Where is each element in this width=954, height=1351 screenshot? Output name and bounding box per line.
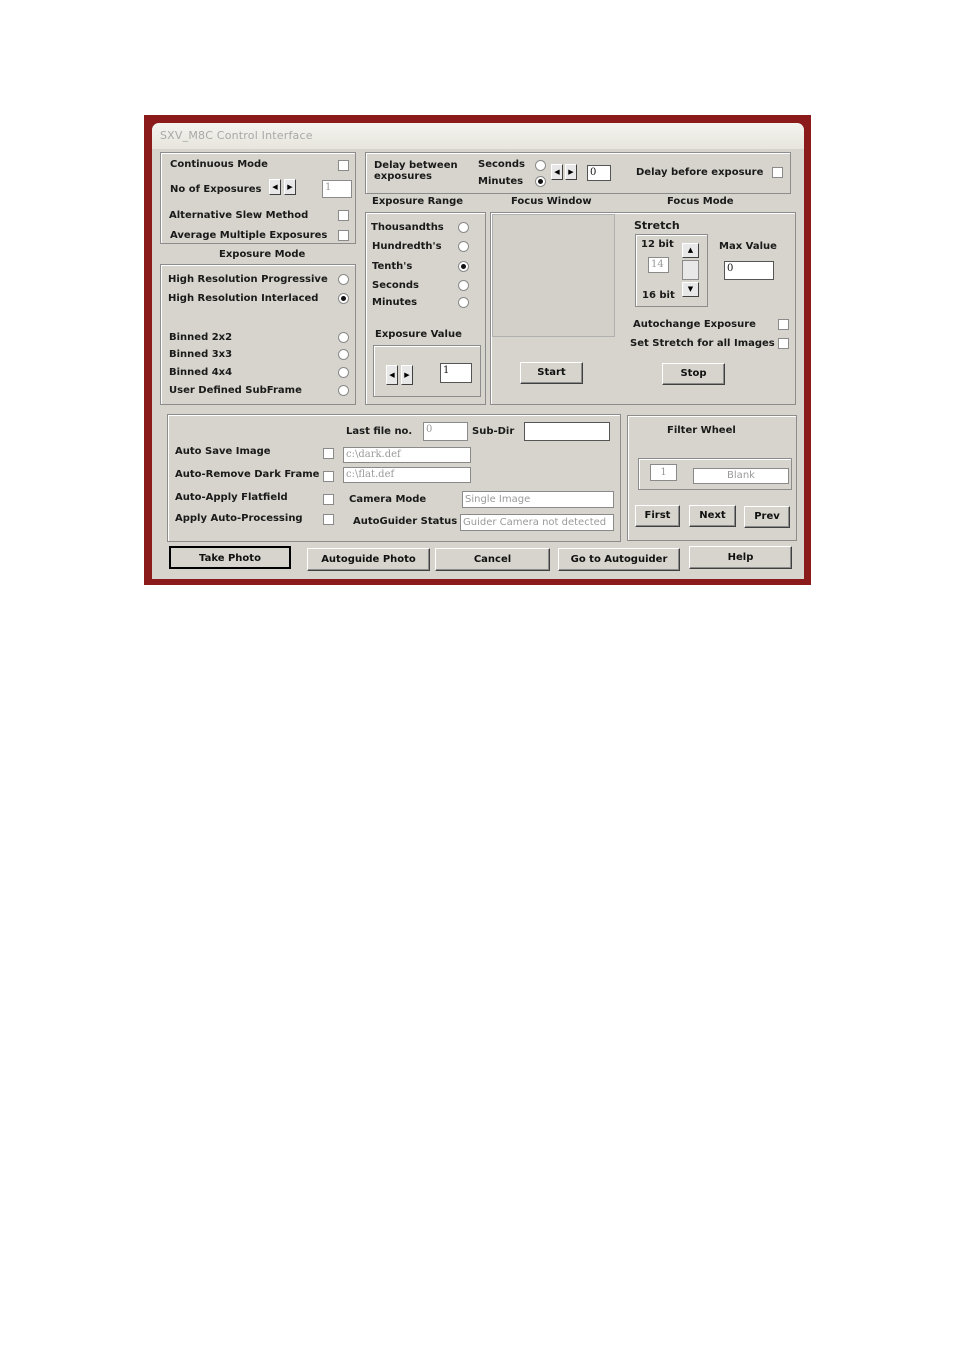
no-of-exposures-field[interactable]: 1	[322, 180, 352, 198]
exposure-value-field[interactable]: 1	[440, 363, 472, 383]
focus-window-title: Focus Window	[511, 196, 592, 207]
exposure-decrement-button[interactable]: ◀	[386, 365, 398, 385]
auto-save-label: Auto Save Image	[175, 446, 271, 457]
range-label: Hundredth's	[372, 241, 442, 252]
auto-processing-label: Apply Auto-Processing	[175, 513, 303, 524]
autoguide-photo-button[interactable]: Autoguide Photo	[307, 548, 430, 571]
exposure-mode-title: Exposure Mode	[219, 249, 306, 260]
main-window: SXV_M8C Control Interface Continuous Mod…	[152, 123, 804, 579]
delay-seconds-radio[interactable]	[535, 160, 546, 171]
exposure-value-title: Exposure Value	[375, 329, 462, 340]
title-bar[interactable]: SXV_M8C Control Interface	[152, 123, 804, 149]
exposures-increment-button[interactable]: ▶	[284, 179, 296, 195]
cancel-button[interactable]: Cancel	[435, 548, 550, 571]
range-radio-hundredths[interactable]	[458, 241, 469, 252]
dark-frame-path-field[interactable]: c:\dark.def	[343, 447, 471, 463]
delay-minutes-label: Minutes	[478, 176, 524, 187]
filter-wheel-title: Filter Wheel	[667, 425, 736, 436]
mode-label: User Defined SubFrame	[169, 385, 302, 396]
mode-label: Binned 2x2	[169, 332, 233, 343]
range-label: Seconds	[372, 280, 420, 291]
goto-autoguider-button[interactable]: Go to Autoguider	[558, 548, 680, 571]
mode-radio-hr-interlaced[interactable]	[338, 293, 349, 304]
autochange-checkbox[interactable]	[778, 319, 789, 330]
window-title: SXV_M8C Control Interface	[160, 129, 313, 142]
continuous-mode-checkbox[interactable]	[338, 160, 349, 171]
range-radio-seconds[interactable]	[458, 280, 469, 291]
alt-slew-label: Alternative Slew Method	[169, 210, 309, 221]
filter-prev-button[interactable]: Prev	[744, 506, 790, 528]
autoguider-status-field: Guider Camera not detected	[460, 514, 614, 531]
max-value-field[interactable]: 0	[724, 261, 774, 280]
last-file-field[interactable]: 0	[423, 422, 468, 441]
mode-radio-binned-3x3[interactable]	[338, 349, 349, 360]
continuous-mode-label: Continuous Mode	[170, 159, 268, 170]
exposure-increment-button[interactable]: ▶	[401, 365, 413, 385]
auto-remove-dark-label: Auto-Remove Dark Frame	[175, 469, 320, 480]
camera-mode-label: Camera Mode	[349, 494, 427, 505]
bit16-label: 16 bit	[642, 290, 675, 301]
subdir-field[interactable]	[524, 422, 610, 441]
stretch-down-button[interactable]: ▼	[682, 282, 699, 297]
filter-name-field: Blank	[693, 468, 789, 484]
delay-before-label: Delay before exposure	[636, 167, 764, 178]
help-button[interactable]: Help	[689, 546, 792, 569]
range-label: Tenth's	[372, 261, 413, 272]
auto-flat-label: Auto-Apply Flatfield	[175, 492, 288, 503]
range-label: Minutes	[372, 297, 418, 308]
range-radio-tenths[interactable]	[458, 261, 469, 272]
range-radio-thousandths[interactable]	[458, 222, 469, 233]
last-file-label: Last file no.	[346, 426, 413, 437]
filter-position-field: 1	[650, 464, 677, 481]
stretch-value-field[interactable]: 14	[648, 257, 669, 273]
delay-value-field[interactable]: 0	[587, 165, 611, 181]
mode-radio-binned-2x2[interactable]	[338, 332, 349, 343]
focus-stop-button[interactable]: Stop	[662, 363, 725, 385]
mode-radio-hr-progressive[interactable]	[338, 274, 349, 285]
subdir-label: Sub-Dir	[472, 426, 515, 437]
stretch-scroll-track[interactable]	[682, 260, 699, 280]
bit12-label: 12 bit	[641, 239, 674, 250]
camera-mode-field: Single Image	[462, 491, 614, 508]
filter-next-button[interactable]: Next	[689, 505, 736, 527]
focus-window-preview[interactable]	[492, 214, 615, 337]
alt-slew-checkbox[interactable]	[338, 210, 349, 221]
avg-multiple-label: Average Multiple Exposures	[170, 230, 328, 241]
mode-label: High Resolution Progressive	[168, 274, 328, 285]
auto-save-checkbox[interactable]	[323, 448, 334, 459]
delay-before-checkbox[interactable]	[772, 167, 783, 178]
stretch-up-button[interactable]: ▲	[682, 243, 699, 258]
filter-first-button[interactable]: First	[635, 505, 680, 527]
auto-remove-dark-checkbox[interactable]	[323, 471, 334, 482]
flatfield-path-field[interactable]: c:\flat.def	[343, 467, 471, 483]
mode-radio-binned-4x4[interactable]	[338, 367, 349, 378]
focus-start-button[interactable]: Start	[520, 362, 583, 384]
auto-flat-checkbox[interactable]	[323, 494, 334, 505]
delay-seconds-label: Seconds	[478, 159, 526, 170]
take-photo-button[interactable]: Take Photo	[169, 546, 291, 569]
mode-label: Binned 3x3	[169, 349, 233, 360]
delay-minutes-radio[interactable]	[535, 176, 546, 187]
autoguider-status-label: AutoGuider Status	[353, 516, 458, 527]
focus-mode-title: Focus Mode	[667, 196, 734, 207]
auto-processing-checkbox[interactable]	[323, 514, 334, 525]
exposures-decrement-button[interactable]: ◀	[269, 179, 281, 195]
stretch-label: Stretch	[634, 219, 680, 232]
mode-label: High Resolution Interlaced	[168, 293, 319, 304]
mode-label: Binned 4x4	[169, 367, 233, 378]
range-radio-minutes[interactable]	[458, 297, 469, 308]
mode-radio-user-subframe[interactable]	[338, 385, 349, 396]
autochange-label: Autochange Exposure	[633, 319, 756, 330]
range-label: Thousandths	[371, 222, 444, 233]
delay-decrement-button[interactable]: ◀	[551, 164, 563, 180]
no-of-exposures-label: No of Exposures	[170, 184, 262, 195]
delay-between-label: Delay between exposures	[374, 160, 458, 182]
avg-multiple-checkbox[interactable]	[338, 230, 349, 241]
set-stretch-label: Set Stretch for all Images	[630, 338, 775, 349]
exposure-range-title: Exposure Range	[372, 196, 464, 207]
delay-increment-button[interactable]: ▶	[565, 164, 577, 180]
max-value-label: Max Value	[719, 241, 777, 252]
set-stretch-checkbox[interactable]	[778, 338, 789, 349]
